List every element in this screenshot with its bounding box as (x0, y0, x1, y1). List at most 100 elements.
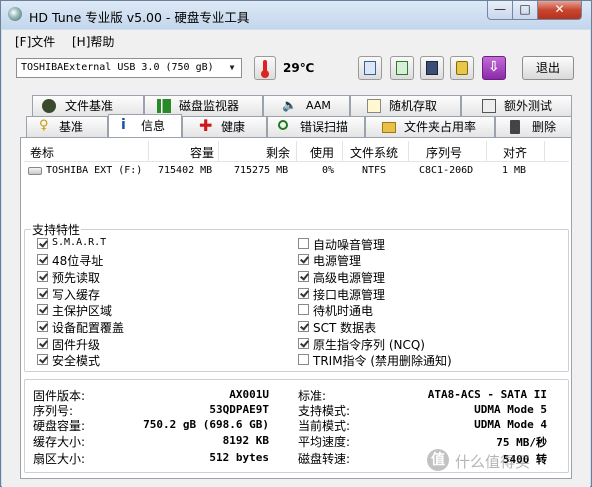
checkbox[interactable] (37, 288, 48, 299)
checkbox[interactable] (37, 354, 48, 365)
info-value: 53QDPAE9T (209, 403, 269, 416)
download-button[interactable]: ⇩ (482, 56, 506, 80)
column-divider[interactable] (486, 141, 487, 161)
tab-aam[interactable]: 🔈 AAM (263, 95, 350, 116)
checkbox[interactable] (298, 238, 309, 249)
feature-label: 固件升级 (52, 338, 101, 352)
feature-label: 接口电源管理 (313, 288, 386, 302)
column-divider[interactable] (408, 141, 409, 161)
feature-label: SCT 数据表 (313, 321, 377, 335)
checkbox[interactable] (298, 271, 309, 282)
tab-benchmark[interactable]: ♀ 基准 (26, 116, 108, 137)
feature-label: 原生指令序列 (NCQ) (313, 338, 425, 352)
column-divider[interactable] (342, 141, 343, 161)
info-key: 硬盘容量: (33, 419, 86, 433)
tab-random-access[interactable]: 随机存取 (350, 95, 461, 116)
tab-label: 删除 (532, 120, 557, 134)
copy-all-button[interactable] (390, 56, 414, 80)
download-icon: ⇩ (488, 59, 500, 75)
info-value: ATA8-ACS - SATA II (427, 388, 547, 401)
drive-select[interactable]: TOSHIBAExternal USB 3.0 (750 gB) ▼ (16, 58, 242, 78)
col-header-capacity[interactable]: 容量 (190, 144, 214, 161)
exit-button[interactable]: 退出 (522, 56, 574, 80)
temperature-button[interactable] (254, 56, 276, 80)
trash-icon (510, 120, 520, 134)
checkbox[interactable] (298, 338, 309, 349)
checkbox[interactable] (298, 254, 309, 265)
col-header-free[interactable]: 剩余 (266, 144, 290, 161)
feature-label: S.M.A.R.T (52, 237, 107, 248)
checkbox[interactable] (37, 254, 48, 265)
checkbox[interactable] (37, 321, 48, 332)
col-header-fs[interactable]: 文件系统 (350, 144, 398, 161)
partition-label: TOSHIBA EXT (F:) (46, 165, 143, 176)
close-button[interactable]: ✕ (537, 1, 582, 20)
partition-align: 1 MB (502, 165, 527, 176)
info-value: 75 MB/秒 (496, 436, 547, 449)
checkbox[interactable] (37, 338, 48, 349)
tab-error-scan[interactable]: 错误扫描 (267, 116, 365, 137)
save-button[interactable] (420, 56, 444, 80)
features-group-title: 支持特性 (31, 221, 82, 238)
tab-erase[interactable]: 删除 (495, 116, 572, 137)
checkbox[interactable] (298, 321, 309, 332)
checkbox[interactable] (37, 238, 48, 249)
partition-fs: NTFS (362, 165, 387, 176)
chevron-down-icon[interactable]: ▼ (224, 60, 240, 76)
tab-label: 文件夹占用率 (404, 120, 477, 134)
feature-label: 主保护区域 (52, 304, 113, 318)
drive-select-value: TOSHIBAExternal USB 3.0 (750 gB) (21, 62, 214, 73)
tab-label: AAM (306, 99, 331, 112)
thermometer-bulb (261, 70, 269, 78)
checkbox[interactable] (298, 354, 309, 365)
feature-label: 48位寻址 (52, 254, 104, 268)
lightbulb-icon: ♀ (39, 118, 49, 133)
tab-health[interactable]: ✚ 健康 (182, 116, 267, 137)
temperature-value: 29℃ (283, 61, 315, 75)
folder-icon (382, 122, 396, 133)
options-icon (456, 61, 468, 75)
column-divider[interactable] (296, 141, 297, 161)
checkbox[interactable] (298, 288, 309, 299)
checkbox[interactable] (298, 304, 309, 315)
info-icon: i (121, 117, 126, 133)
extra-tests-icon (482, 99, 496, 113)
col-header-used[interactable]: 使用 (310, 144, 334, 161)
menu-file[interactable]: [F]文件 (15, 33, 55, 50)
tab-label: 额外测试 (504, 99, 553, 113)
menu-help[interactable]: [H]帮助 (72, 33, 114, 50)
col-header-align[interactable]: 对齐 (503, 144, 527, 161)
col-header-label[interactable]: 卷标 (30, 144, 54, 161)
tab-info[interactable]: i 信息 (108, 114, 182, 137)
column-divider[interactable] (218, 141, 219, 161)
info-key: 平均速度: (298, 435, 351, 449)
minimize-button[interactable]: — (487, 1, 513, 20)
info-value: 512 bytes (209, 451, 269, 464)
column-divider[interactable] (148, 141, 149, 161)
title-bar[interactable]: HD Tune 专业版 v5.00 - 硬盘专业工具 — □ ✕ (1, 1, 591, 29)
tab-file-benchmark[interactable]: 文件基准 (32, 95, 144, 116)
checkbox[interactable] (37, 304, 48, 315)
maximize-button[interactable]: □ (512, 1, 538, 20)
checkbox[interactable] (37, 271, 48, 282)
watermark: 值 什么值得买 (421, 449, 591, 475)
table-row[interactable]: TOSHIBA EXT (F:) 715402 MB 715275 MB 0% … (24, 163, 569, 181)
copy-button[interactable] (358, 56, 382, 80)
column-divider[interactable] (544, 141, 545, 161)
feature-label: 高级电源管理 (313, 271, 386, 285)
info-key: 扇区大小: (33, 452, 86, 466)
tab-folder-usage[interactable]: 文件夹占用率 (365, 116, 495, 137)
tab-label: 随机存取 (389, 99, 438, 113)
menu-bar: [F]文件 [H]帮助 (2, 30, 590, 50)
col-header-serial[interactable]: 序列号 (426, 144, 462, 161)
toolbar: TOSHIBAExternal USB 3.0 (750 gB) ▼ 29℃ ⇩… (2, 50, 590, 89)
partition-serial: C8C1-206D (419, 165, 474, 176)
info-value: 8192 KB (222, 434, 269, 447)
tab-label: 基准 (59, 120, 84, 134)
tab-extra-tests[interactable]: 额外测试 (461, 95, 572, 116)
tab-disk-monitor[interactable]: 磁盘监视器 (144, 95, 263, 116)
drive-icon (28, 167, 42, 175)
feature-label: 设备配置覆盖 (52, 321, 125, 335)
options-button[interactable] (450, 56, 474, 80)
copy-all-icon (396, 61, 408, 75)
